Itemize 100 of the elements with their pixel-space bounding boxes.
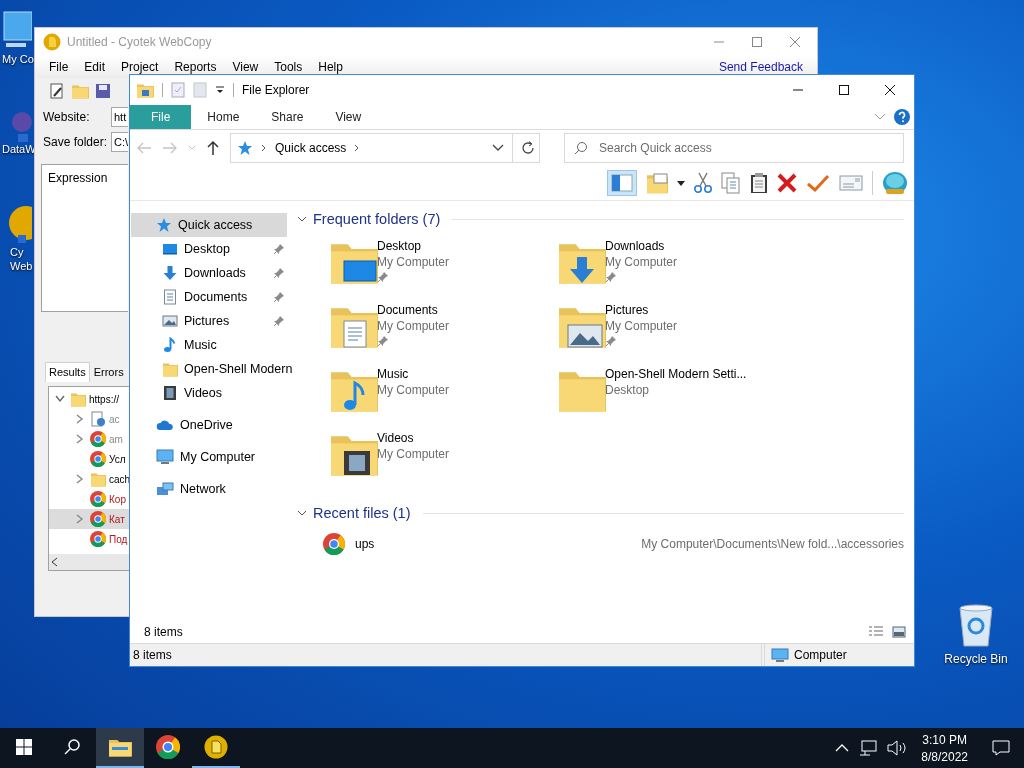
website-field[interactable]: htt [111, 106, 128, 127]
folder-location: My Computer [377, 319, 450, 333]
tree-item[interactable]: am [109, 433, 123, 445]
network-icon[interactable] [859, 740, 878, 756]
chevron-down-icon[interactable] [297, 215, 307, 223]
address-bar[interactable]: Quick access [230, 133, 540, 163]
menu-item[interactable]: Edit [76, 60, 114, 74]
menu-item[interactable]: File [41, 60, 77, 74]
chevron-right-icon[interactable] [76, 474, 84, 484]
chrome-icon [90, 491, 106, 507]
desktop-icon-label[interactable]: Web [2, 259, 33, 273]
item-count: 8 items [144, 625, 183, 639]
tree-item[interactable]: Кат [109, 513, 125, 525]
tab[interactable]: Results [45, 362, 90, 382]
help-icon[interactable] [894, 109, 910, 125]
folder-name[interactable]: Music [377, 367, 450, 381]
chevron-up-icon[interactable] [835, 744, 850, 752]
folder-name[interactable]: Documents [377, 303, 450, 317]
tab[interactable]: Errors [89, 362, 128, 382]
folder-name[interactable]: Desktop [377, 239, 450, 253]
send-feedback-link[interactable]: Send Feedback [710, 60, 811, 74]
save-folder-field[interactable]: C:\ [111, 131, 128, 152]
tree-item[interactable]: cach [109, 473, 131, 485]
group-header[interactable]: Frequent folders (7) [313, 211, 441, 227]
chevron-down-icon[interactable] [492, 144, 504, 152]
folder-icon [90, 471, 106, 487]
taskbar-button[interactable] [96, 728, 144, 768]
window-title: Untitled - Cyotek WebCopy [67, 35, 212, 49]
nav-item[interactable]: Documents [184, 290, 248, 304]
large-icons-view-icon[interactable] [892, 626, 906, 638]
ribbon-tab[interactable]: Home [191, 105, 256, 129]
scrollbar[interactable] [49, 554, 129, 570]
navigation-pane-button[interactable] [607, 170, 637, 196]
search-field[interactable]: Search Quick access [564, 133, 904, 163]
shell-logo-icon[interactable] [882, 171, 908, 195]
nav-item[interactable]: My Computer [180, 450, 256, 464]
desktop-icon-label[interactable]: Cy [2, 245, 24, 259]
chevron-right-icon [354, 144, 361, 152]
file-name[interactable]: ups [355, 537, 375, 551]
menu-item[interactable]: Reports [166, 60, 225, 74]
close-icon[interactable] [884, 84, 896, 96]
desktop-icon-label[interactable]: My Co [2, 52, 34, 66]
folder-name[interactable]: Videos [377, 431, 450, 445]
chevron-down-icon[interactable] [55, 395, 65, 403]
nav-item[interactable]: Music [184, 338, 217, 352]
maximize-icon[interactable] [838, 84, 850, 96]
speaker-icon[interactable] [887, 740, 908, 756]
clock-date[interactable]: 8/8/2022 [921, 749, 968, 764]
checkmark-icon[interactable] [806, 173, 830, 193]
nav-item[interactable]: Open-Shell Modern [184, 362, 293, 376]
menu-item[interactable]: Project [113, 60, 167, 74]
tree-item[interactable]: Усл [109, 453, 126, 465]
ribbon-tab[interactable]: Share [255, 105, 320, 129]
dropdown-arrow-icon[interactable] [677, 180, 685, 186]
save-icon[interactable] [95, 83, 111, 99]
chevron-right-icon[interactable] [76, 514, 84, 524]
clock-time[interactable]: 3:10 PM [922, 732, 967, 747]
folder-icon [108, 737, 132, 757]
desktop-icon-label[interactable]: Recycle Bin [944, 652, 1008, 666]
file-path: My Computer\Documents\New fold...\accessories [641, 537, 904, 551]
tree-item[interactable]: Кор [109, 493, 126, 505]
folder-name[interactable]: Open-Shell Modern Setti... [605, 367, 747, 381]
menu-item[interactable]: Tools [266, 60, 311, 74]
folder-name[interactable]: Pictures [605, 303, 678, 317]
nav-item[interactable]: Desktop [184, 242, 230, 256]
chrome-icon [90, 531, 106, 547]
delete-icon[interactable] [777, 173, 797, 193]
folder-location: My Computer [377, 447, 450, 461]
scissors-icon[interactable] [694, 172, 712, 194]
tree-item[interactable]: https:// [89, 393, 119, 405]
breadcrumb[interactable]: Quick access [275, 141, 347, 155]
chrome-icon [90, 431, 106, 447]
dropdown-icon[interactable] [215, 85, 225, 95]
monitor-icon [771, 648, 789, 662]
refresh-icon[interactable] [521, 141, 535, 155]
menu-item[interactable]: Help [310, 60, 351, 74]
menu-item[interactable]: View [224, 60, 267, 74]
nav-item[interactable]: OneDrive [180, 418, 233, 432]
group-header[interactable]: Recent files (1) [313, 505, 411, 521]
clipboard-icon[interactable] [750, 172, 768, 194]
folder-icon[interactable] [136, 82, 154, 98]
nav-item[interactable]: Pictures [184, 314, 230, 328]
nav-item[interactable]: Videos [184, 386, 222, 400]
up-arrow-icon[interactable] [206, 140, 220, 156]
folder-icon [162, 361, 178, 377]
folder-name[interactable]: Downloads [605, 239, 678, 253]
chevron-down-icon[interactable] [297, 509, 307, 517]
pane-layout-icon [611, 174, 633, 192]
notification-icon[interactable] [992, 740, 1010, 756]
nav-item[interactable]: Downloads [184, 266, 246, 280]
tree-item[interactable]: ac [109, 413, 120, 425]
ribbon-tab[interactable]: View [319, 105, 378, 129]
search-icon [574, 141, 588, 155]
nav-item[interactable]: Network [180, 482, 226, 496]
desktop-icon-label[interactable]: DataW [2, 142, 36, 156]
tree-item[interactable]: Под [109, 533, 128, 545]
web-page-icon [90, 411, 106, 427]
new-document-icon[interactable] [49, 83, 65, 99]
window-title: File Explorer [242, 83, 310, 97]
column-header: Expression [48, 171, 108, 185]
